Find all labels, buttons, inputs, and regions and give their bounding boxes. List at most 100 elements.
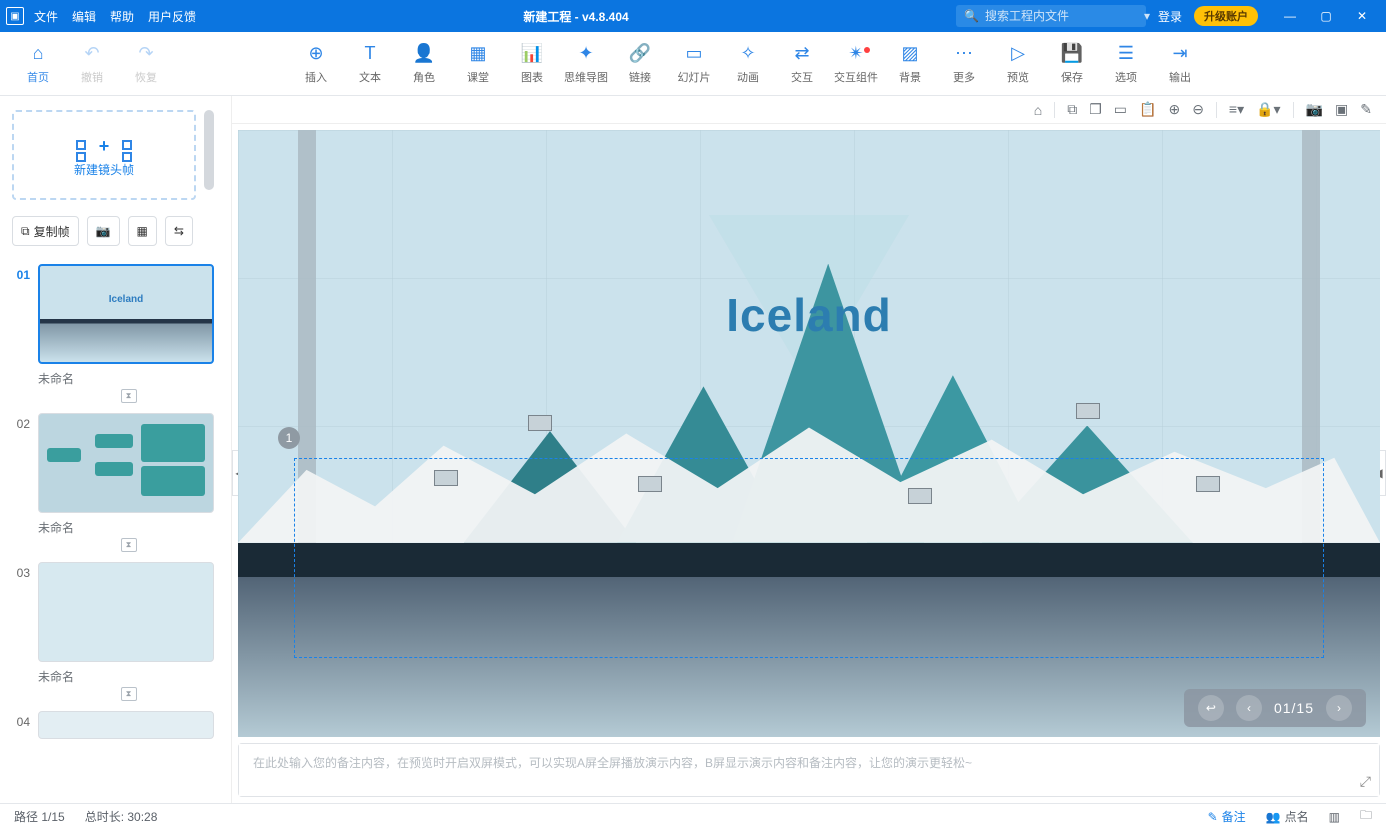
maximize-button[interactable]: ▢	[1308, 0, 1344, 32]
nav-page-label: 01/15	[1274, 700, 1314, 716]
options-button[interactable]: ☰选项	[1102, 43, 1150, 85]
flow-button[interactable]: ⇆	[165, 216, 193, 246]
sliders-icon: ☰	[1115, 43, 1137, 65]
canvas[interactable]: Iceland 1 ↩ ‹ 01/15 ›	[238, 130, 1380, 737]
slide-title: 未命名	[38, 370, 219, 387]
layout-icon[interactable]: ▣	[1335, 101, 1348, 118]
link-icon: 🔗	[629, 43, 651, 65]
home-icon: ⌂	[27, 43, 49, 65]
copy-frame-button[interactable]: ⧉复制帧	[12, 216, 79, 246]
minimize-button[interactable]: —	[1272, 0, 1308, 32]
save-icon: 💾	[1061, 43, 1083, 65]
interact-button[interactable]: ⇄交互	[778, 43, 826, 85]
timer-icon: ⧗	[121, 538, 137, 552]
menu-feedback[interactable]: 用户反馈	[148, 8, 196, 25]
link-button[interactable]: 🔗链接	[616, 43, 664, 85]
home-small-icon[interactable]: ⌂	[1034, 102, 1042, 118]
slide-number: 03	[12, 562, 30, 662]
notes-input[interactable]	[239, 744, 1379, 796]
edit-icon[interactable]: ✎	[1360, 101, 1372, 118]
remark-button[interactable]: ✎备注	[1208, 808, 1246, 825]
person-icon: 👥	[1266, 810, 1281, 824]
text-button[interactable]: T文本	[346, 43, 394, 85]
frame-handle[interactable]	[434, 470, 458, 486]
more-button[interactable]: ⋯更多	[940, 43, 988, 85]
chevron-down-icon[interactable]: ▾	[1144, 9, 1150, 23]
widget-icon: ✴	[845, 43, 867, 65]
slide-button[interactable]: ▭幻灯片	[670, 43, 718, 85]
clipboard-icon[interactable]: ▭	[1114, 101, 1127, 118]
animation-button[interactable]: ✧动画	[724, 43, 772, 85]
slide-title: 未命名	[38, 519, 219, 536]
camera-button[interactable]: 📷	[87, 216, 120, 246]
search-icon: 🔍	[964, 9, 979, 23]
expand-icon[interactable]: ⤢	[1360, 773, 1371, 790]
search-input[interactable]	[985, 9, 1140, 23]
layers-button[interactable]: ▥	[1329, 810, 1340, 824]
status-duration: 总时长: 30:28	[85, 808, 158, 825]
background-button[interactable]: ▨背景	[886, 43, 934, 85]
login-link[interactable]: 登录	[1158, 8, 1182, 25]
note-icon: ✎	[1208, 810, 1218, 824]
slide-number: 02	[12, 413, 30, 513]
slide-thumbnail-3[interactable]: 03	[12, 562, 219, 662]
folder-button[interactable]: 🗀	[1360, 806, 1372, 827]
copy-icon[interactable]: ⧉	[1067, 101, 1077, 118]
zoom-in-icon[interactable]: ⊕	[1168, 101, 1180, 118]
timer-icon: ⧗	[121, 687, 137, 701]
board-icon: ▦	[467, 43, 489, 65]
export-button[interactable]: ⇥输出	[1156, 43, 1204, 85]
nav-next-button[interactable]: ›	[1326, 695, 1352, 721]
sidebar-scrollbar[interactable]	[204, 110, 214, 190]
nav-prev-button[interactable]: ‹	[1236, 695, 1262, 721]
lock-icon[interactable]: 🔒▾	[1256, 101, 1280, 118]
save-button[interactable]: 💾保存	[1048, 43, 1096, 85]
menu-edit[interactable]: 编辑	[72, 8, 96, 25]
canvas-title[interactable]: Iceland	[726, 288, 892, 342]
interact-icon: ⇄	[791, 43, 813, 65]
close-button[interactable]: ✕	[1344, 0, 1380, 32]
class-button[interactable]: ▦课堂	[454, 43, 502, 85]
undo-button[interactable]: ↶撤销	[68, 43, 116, 85]
upgrade-button[interactable]: 升级账户	[1194, 6, 1258, 26]
redo-button[interactable]: ↷恢复	[122, 43, 170, 85]
paste-icon[interactable]: 📋	[1139, 101, 1156, 118]
timer-icon: ⧗	[121, 389, 137, 403]
chart-button[interactable]: 📊图表	[508, 43, 556, 85]
frame-handle[interactable]	[908, 488, 932, 504]
snapshot-icon[interactable]: 📷	[1306, 101, 1323, 118]
mindmap-button[interactable]: ✦思维导图	[562, 43, 610, 85]
window-title: 新建工程 - v4.8.404	[196, 8, 956, 25]
slide-thumbnail-4[interactable]: 04	[12, 711, 219, 739]
slide-index-badge: 1	[278, 427, 300, 449]
frame-handle[interactable]	[1196, 476, 1220, 492]
menu-help[interactable]: 帮助	[110, 8, 134, 25]
new-frame-button[interactable]: + 新建镜头帧	[12, 110, 196, 200]
nav-back-button[interactable]: ↩	[1198, 695, 1224, 721]
home-button[interactable]: ⌂首页	[14, 43, 62, 85]
frame-handle[interactable]	[528, 415, 552, 431]
status-path: 路径 1/15	[14, 808, 65, 825]
duplicate-icon[interactable]: ❐	[1089, 101, 1102, 118]
slide-thumbnail-2[interactable]: 02	[12, 413, 219, 513]
align-icon[interactable]: ≡▾	[1229, 101, 1244, 118]
redo-icon: ↷	[135, 43, 157, 65]
frame-handle[interactable]	[1076, 403, 1100, 419]
search-box[interactable]: 🔍 ▾	[956, 5, 1146, 27]
qr-button[interactable]: ▦	[128, 216, 157, 246]
menu-file[interactable]: 文件	[34, 8, 58, 25]
zoom-out-icon[interactable]: ⊖	[1192, 101, 1204, 118]
frame-handle[interactable]	[638, 476, 662, 492]
person-icon: 👤	[413, 43, 435, 65]
preview-button[interactable]: ▷预览	[994, 43, 1042, 85]
plus-icon: +	[99, 136, 110, 157]
rollcall-button[interactable]: 👥点名	[1266, 808, 1309, 825]
role-button[interactable]: 👤角色	[400, 43, 448, 85]
widget-button[interactable]: ✴交互组件	[832, 43, 880, 85]
new-frame-label: 新建镜头帧	[74, 161, 134, 178]
slide-thumbnail-1[interactable]: 01 Iceland	[12, 264, 219, 364]
insert-button[interactable]: ⊕插入	[292, 43, 340, 85]
undo-icon: ↶	[81, 43, 103, 65]
thumb-title: Iceland	[109, 294, 143, 305]
slide-nav-overlay: ↩ ‹ 01/15 ›	[1184, 689, 1366, 727]
